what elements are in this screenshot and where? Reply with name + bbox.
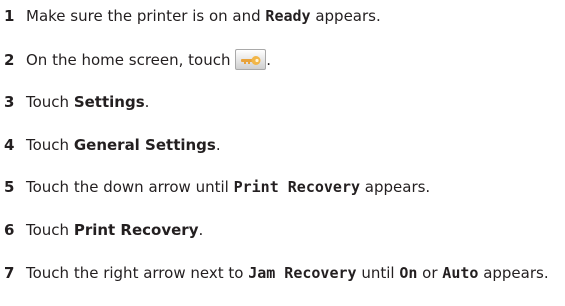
instruction-steps: 1 Make sure the printer is on and Ready … xyxy=(0,0,565,306)
step-text: Touch Settings. xyxy=(26,91,561,113)
step-5: 5 Touch the down arrow until Print Recov… xyxy=(0,176,561,198)
step-number: 3 xyxy=(4,93,15,111)
step-number: 2 xyxy=(4,51,15,69)
text-run: appears. xyxy=(310,7,381,25)
text-run: . xyxy=(215,136,221,154)
text-run: Touch xyxy=(26,136,74,154)
text-run: Touch xyxy=(26,221,74,239)
print-recovery-term: Print Recovery xyxy=(73,221,199,239)
text-run: appears. xyxy=(478,264,549,282)
ready-status-text: Ready xyxy=(265,7,311,25)
on-option: On xyxy=(399,264,418,282)
step-number: 7 xyxy=(4,264,15,282)
jam-recovery-display: Jam Recovery xyxy=(248,264,357,282)
step-text: Make sure the printer is on and Ready ap… xyxy=(26,5,561,27)
text-run: Make sure the printer is on and xyxy=(26,7,266,25)
step-number: 5 xyxy=(4,178,15,196)
text-run: Touch the down arrow until xyxy=(26,178,234,196)
print-recovery-display: Print Recovery xyxy=(233,178,361,196)
step-2: 2 On the home screen, touch . xyxy=(0,48,561,71)
step-text: On the home screen, touch . xyxy=(26,48,561,71)
auto-option: Auto xyxy=(442,264,479,282)
settings-term: Settings xyxy=(73,93,145,111)
step-6: 6 Touch Print Recovery. xyxy=(0,219,561,241)
step-text: Touch Print Recovery. xyxy=(26,219,561,241)
step-text: Touch General Settings. xyxy=(26,134,561,156)
text-run: Touch the right arrow next to xyxy=(26,264,249,282)
step-number: 1 xyxy=(4,7,15,25)
step-4: 4 Touch General Settings. xyxy=(0,134,561,156)
text-run: . xyxy=(144,93,150,111)
text-run: On the home screen, touch xyxy=(26,51,236,69)
step-text: Touch the right arrow next to Jam Recove… xyxy=(26,262,561,284)
general-settings-term: General Settings xyxy=(73,136,216,154)
text-run: . xyxy=(198,221,204,239)
wrench-key-icon xyxy=(235,48,267,70)
text-run: Touch xyxy=(26,93,74,111)
text-run: until xyxy=(356,264,400,282)
step-number: 4 xyxy=(4,136,15,154)
step-7: 7 Touch the right arrow next to Jam Reco… xyxy=(0,262,561,284)
text-run: appears. xyxy=(360,178,431,196)
step-3: 3 Touch Settings. xyxy=(0,91,561,113)
text-run: . xyxy=(266,51,272,69)
step-1: 1 Make sure the printer is on and Ready … xyxy=(0,5,561,27)
text-run: or xyxy=(417,264,443,282)
step-text: Touch the down arrow until Print Recover… xyxy=(26,176,561,198)
step-number: 6 xyxy=(4,221,15,239)
